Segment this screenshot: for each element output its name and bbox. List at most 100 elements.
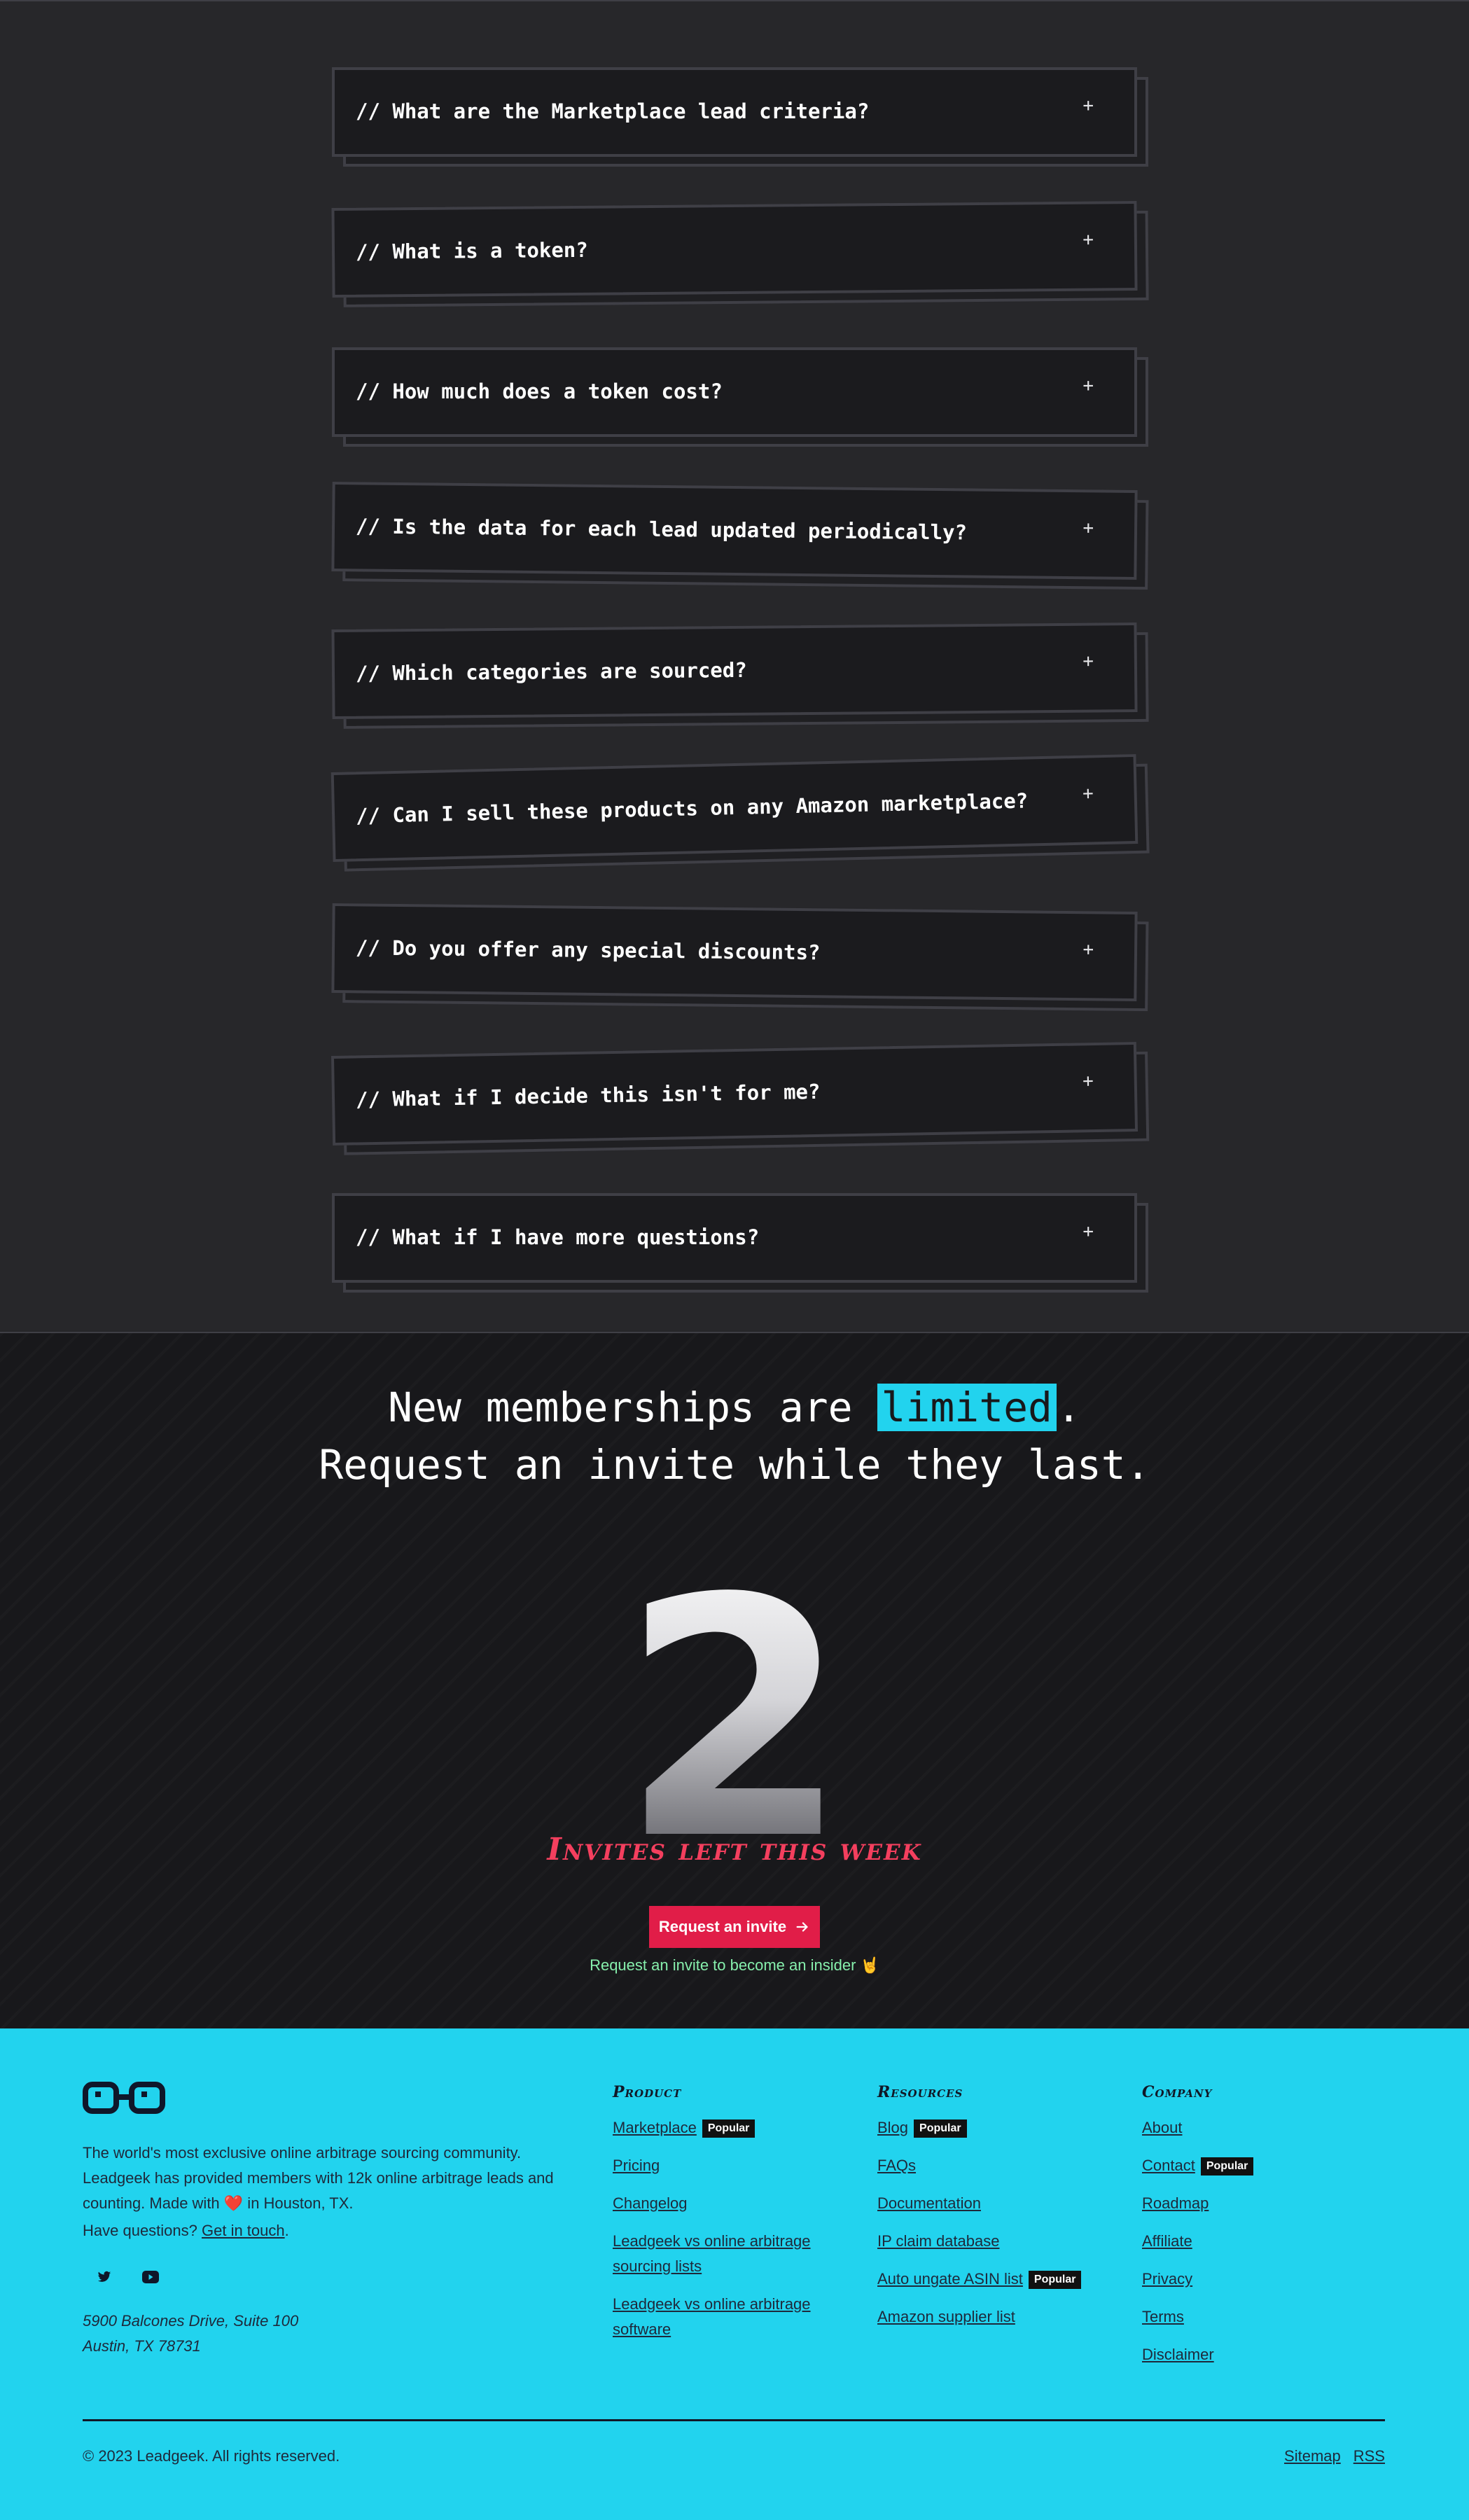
footer-link-affiliate[interactable]: Affiliate [1142,2232,1192,2250]
footer-link-vs-software[interactable]: Leadgeek vs online arbitrage software [613,2295,811,2338]
footer-bottom-links: Sitemap RSS [1284,2447,1385,2465]
faq-item[interactable]: // How much does a token cost? + [332,347,1148,447]
plus-icon[interactable]: + [1082,517,1094,538]
faq-card[interactable]: // What are the Marketplace lead criteri… [332,67,1137,157]
faq-item[interactable]: // What are the Marketplace lead criteri… [332,67,1148,167]
faq-question[interactable]: // What if I decide this isn't for me? [356,1080,821,1112]
faq-item[interactable]: // Can I sell these products on any Amaz… [330,753,1150,872]
plus-icon[interactable]: + [1082,1221,1094,1242]
footer-link-privacy[interactable]: Privacy [1142,2270,1192,2288]
address-line-2: Austin, TX 78731 [83,2337,201,2355]
questions-text: Have questions? [83,2222,202,2239]
popular-badge: Popular [702,2119,756,2138]
faq-section: // What are the Marketplace lead criteri… [0,0,1469,1332]
glasses-icon[interactable] [83,2079,165,2115]
faq-item[interactable]: // What if I decide this isn't for me? + [330,1041,1150,1155]
footer-link-item: Marketplace Popular [613,2115,851,2140]
faq-card[interactable]: // What is a token? + [331,200,1138,298]
plus-icon[interactable]: + [1082,230,1094,251]
footer-link-item: Roadmap [1142,2191,1380,2216]
footer-link-item: Documentation [877,2191,1115,2216]
plus-icon[interactable]: + [1082,783,1094,804]
faq-card[interactable]: // Is the data for each lead updated per… [331,481,1138,580]
faq-item[interactable]: // What if I have more questions? + [332,1193,1148,1293]
faq-question[interactable]: // Is the data for each lead updated per… [356,514,967,544]
plus-icon[interactable]: + [1082,939,1094,960]
faq-item[interactable]: // Which categories are sourced? + [331,622,1149,729]
footer-link-contact[interactable]: Contact [1142,2157,1195,2174]
faq-card[interactable]: // Which categories are sourced? + [331,622,1138,720]
plus-icon[interactable]: + [1082,651,1094,672]
footer-link-item: Privacy [1142,2267,1380,2292]
cta-headline-prefix: New memberships are [388,1384,877,1431]
get-in-touch-link[interactable]: Get in touch [202,2222,285,2239]
faq-card[interactable]: // Can I sell these products on any Amaz… [330,753,1139,863]
faq-question[interactable]: // What are the Marketplace lead criteri… [356,99,869,123]
footer-link-item: About [1142,2115,1380,2140]
footer-link-roadmap[interactable]: Roadmap [1142,2194,1209,2212]
questions-suffix: . [284,2222,289,2239]
popular-badge: Popular [1028,2271,1082,2290]
column-heading: Resources [877,2083,963,2101]
popular-badge: Popular [914,2119,967,2138]
faq-question[interactable]: // What if I have more questions? [356,1225,759,1249]
footer-link-documentation[interactable]: Documentation [877,2194,981,2212]
footer-link-terms[interactable]: Terms [1142,2308,1184,2325]
footer-link-about[interactable]: About [1142,2119,1183,2136]
footer-address: 5900 Balcones Drive, Suite 100 Austin, T… [83,2309,298,2359]
faq-card[interactable]: // What if I have more questions? + [332,1193,1137,1283]
faq-item[interactable]: // Do you offer any special discounts? + [331,903,1149,1012]
footer-link-item: Contact Popular [1142,2153,1380,2178]
rss-link[interactable]: RSS [1353,2447,1385,2465]
footer-link-pricing[interactable]: Pricing [613,2157,660,2174]
about-text-suffix: in Houston, TX. [243,2194,354,2212]
faq-card[interactable]: // How much does a token cost? + [332,347,1137,437]
faq-question[interactable]: // Which categories are sourced? [356,658,747,685]
footer-link-item: FAQs [877,2153,1115,2178]
request-invite-label: Request an invite [658,1918,787,1935]
footer-link-blog[interactable]: Blog [877,2119,908,2136]
footer-link-vs-lists[interactable]: Leadgeek vs online arbitrage sourcing li… [613,2232,811,2275]
cta-headline-line2: Request an invite while they last. [319,1441,1150,1489]
invite-cta-section: New memberships are limited. Request an … [0,1332,1469,2028]
plus-icon[interactable]: + [1082,1071,1094,1092]
footer-column-resources: Resources Blog Popular FAQs Documentation… [877,2083,1115,2342]
column-heading: Product [613,2083,682,2101]
footer-divider [83,2419,1385,2421]
twitter-icon[interactable] [94,2267,115,2288]
youtube-icon[interactable] [140,2267,161,2288]
footer-link-item: Affiliate [1142,2229,1380,2254]
sitemap-link[interactable]: Sitemap [1284,2447,1341,2465]
faq-question[interactable]: // How much does a token cost? [356,380,723,403]
address-line-1: 5900 Balcones Drive, Suite 100 [83,2312,299,2330]
heart-icon: ❤️ [223,2194,244,2212]
footer-link-disclaimer[interactable]: Disclaimer [1142,2346,1214,2363]
footer-link-marketplace[interactable]: Marketplace [613,2119,697,2136]
cta-headline-suffix: . [1056,1384,1081,1431]
copyright: © 2023 Leadgeek. All rights reserved. [83,2447,340,2465]
footer: The world's most exclusive online arbitr… [0,2028,1469,2520]
footer-link-faqs[interactable]: FAQs [877,2157,916,2174]
footer-link-item: Terms [1142,2304,1380,2330]
invites-label: Invites left this week [547,1832,922,1867]
footer-link-item: Changelog [613,2191,851,2216]
plus-icon[interactable]: + [1082,95,1094,116]
footer-link-ip-claim-database[interactable]: IP claim database [877,2232,999,2250]
footer-link-supplier-list[interactable]: Amazon supplier list [877,2308,1015,2325]
faq-card[interactable]: // What if I decide this isn't for me? + [330,1041,1139,1146]
faq-item[interactable]: // What is a token? + [331,200,1149,307]
plus-icon[interactable]: + [1082,375,1094,396]
footer-link-item: Auto ungate ASIN list Popular [877,2267,1115,2292]
faq-question[interactable]: // What is a token? [356,238,588,264]
footer-link-changelog[interactable]: Changelog [613,2194,687,2212]
footer-link-item: Leadgeek vs online arbitrage software [613,2292,851,2342]
footer-questions: Have questions? Get in touch. [83,2222,289,2240]
request-invite-button[interactable]: Request an invite [649,1906,820,1948]
footer-about: The world's most exclusive online arbitr… [83,2140,566,2216]
faq-question[interactable]: // Can I sell these products on any Amaz… [356,788,1029,828]
footer-link-auto-ungate[interactable]: Auto ungate ASIN list [877,2270,1023,2288]
footer-link-item: Leadgeek vs online arbitrage sourcing li… [613,2229,851,2279]
faq-card[interactable]: // Do you offer any special discounts? + [331,903,1138,1002]
faq-question[interactable]: // Do you offer any special discounts? [356,935,821,964]
faq-item[interactable]: // Is the data for each lead updated per… [331,481,1149,590]
